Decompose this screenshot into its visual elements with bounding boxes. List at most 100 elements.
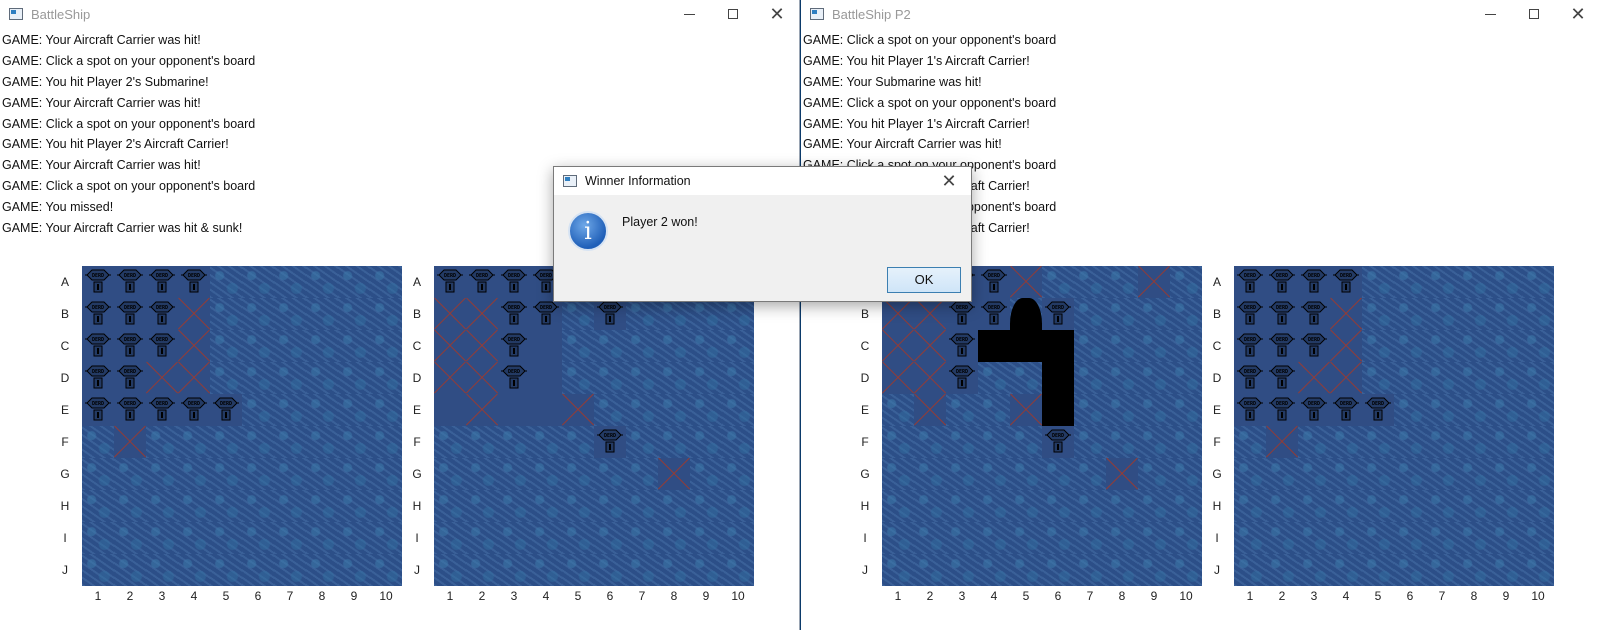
water-cell[interactable] [562,298,594,330]
water-cell[interactable] [1010,362,1042,394]
water-cell[interactable] [1074,330,1106,362]
water-cell[interactable] [306,362,338,394]
water-cell[interactable] [210,298,242,330]
ship-cell[interactable]: DERD [82,362,114,394]
water-cell[interactable] [1074,490,1106,522]
ship-cell[interactable]: DERD [1234,298,1266,330]
water-cell[interactable] [978,522,1010,554]
water-cell[interactable] [210,490,242,522]
water-cell[interactable] [1170,522,1202,554]
water-cell[interactable] [658,426,690,458]
water-cell[interactable] [914,554,946,586]
water-cell[interactable] [722,298,754,330]
water-cell[interactable] [274,490,306,522]
water-cell[interactable] [1266,490,1298,522]
water-cell[interactable] [914,426,946,458]
water-cell[interactable] [1170,266,1202,298]
water-cell[interactable] [434,426,466,458]
ship-cell[interactable]: DERD [1266,330,1298,362]
water-cell[interactable] [1266,554,1298,586]
ship-cell[interactable]: DERD [1362,394,1394,426]
ship-cell[interactable]: DERD [114,298,146,330]
miss-cell[interactable] [914,394,946,426]
water-cell[interactable] [210,362,242,394]
water-cell[interactable] [1106,554,1138,586]
water-cell[interactable] [1042,554,1074,586]
water-cell[interactable] [306,490,338,522]
water-cell[interactable] [242,490,274,522]
water-cell[interactable] [978,554,1010,586]
water-cell[interactable] [1458,298,1490,330]
water-cell[interactable] [242,266,274,298]
water-cell[interactable] [562,426,594,458]
water-cell[interactable] [1330,554,1362,586]
water-cell[interactable] [1074,522,1106,554]
water-cell[interactable] [1522,522,1554,554]
miss-cell[interactable] [914,362,946,394]
water-cell[interactable] [530,554,562,586]
water-cell[interactable] [562,522,594,554]
water-cell[interactable] [1106,522,1138,554]
miss-cell[interactable] [434,362,466,394]
water-cell[interactable] [946,426,978,458]
miss-cell[interactable] [1330,298,1362,330]
water-cell[interactable] [978,362,1010,394]
water-cell[interactable] [562,362,594,394]
water-cell[interactable] [562,458,594,490]
water-cell[interactable] [466,458,498,490]
water-cell[interactable] [370,458,402,490]
water-cell[interactable] [306,522,338,554]
water-cell[interactable] [1394,522,1426,554]
ship-cell[interactable]: DERD [1298,330,1330,362]
water-cell[interactable] [1074,426,1106,458]
ship-cell[interactable]: DERD [498,298,530,330]
water-cell[interactable] [722,426,754,458]
water-cell[interactable] [1522,490,1554,522]
water-cell[interactable] [1362,522,1394,554]
water-cell[interactable] [1490,490,1522,522]
water-cell[interactable] [1106,426,1138,458]
water-cell[interactable] [1106,298,1138,330]
ship-cell[interactable]: DERD [146,298,178,330]
water-cell[interactable] [1458,266,1490,298]
water-cell[interactable] [146,554,178,586]
water-cell[interactable] [242,426,274,458]
water-cell[interactable] [82,490,114,522]
water-cell[interactable] [1138,298,1170,330]
miss-cell[interactable] [434,298,466,330]
water-cell[interactable] [594,490,626,522]
water-cell[interactable] [1042,266,1074,298]
water-cell[interactable] [658,554,690,586]
miss-cell[interactable] [1010,266,1042,298]
water-cell[interactable] [1298,458,1330,490]
water-cell[interactable] [690,330,722,362]
water-cell[interactable] [370,426,402,458]
water-cell[interactable] [338,426,370,458]
water-cell[interactable] [1394,330,1426,362]
ship-cell[interactable]: DERD [114,330,146,362]
water-cell[interactable] [882,394,914,426]
water-cell[interactable] [1458,522,1490,554]
water-cell[interactable] [1170,458,1202,490]
miss-cell[interactable] [114,426,146,458]
water-cell[interactable] [594,458,626,490]
water-cell[interactable] [722,490,754,522]
ship-cell[interactable]: DERD [1042,298,1074,330]
water-cell[interactable] [242,554,274,586]
maximize-button[interactable] [711,0,755,28]
water-cell[interactable] [306,458,338,490]
miss-cell[interactable] [146,362,178,394]
water-cell[interactable] [338,330,370,362]
water-cell[interactable] [1330,458,1362,490]
water-cell[interactable] [722,554,754,586]
water-cell[interactable] [1138,522,1170,554]
water-cell[interactable] [882,490,914,522]
water-cell[interactable] [530,362,562,394]
water-cell[interactable] [978,426,1010,458]
miss-cell[interactable] [882,298,914,330]
ship-cell[interactable]: DERD [1042,426,1074,458]
close-button[interactable]: ✕ [1556,0,1600,28]
water-cell[interactable] [1426,426,1458,458]
water-cell[interactable] [1362,330,1394,362]
water-cell[interactable] [946,554,978,586]
